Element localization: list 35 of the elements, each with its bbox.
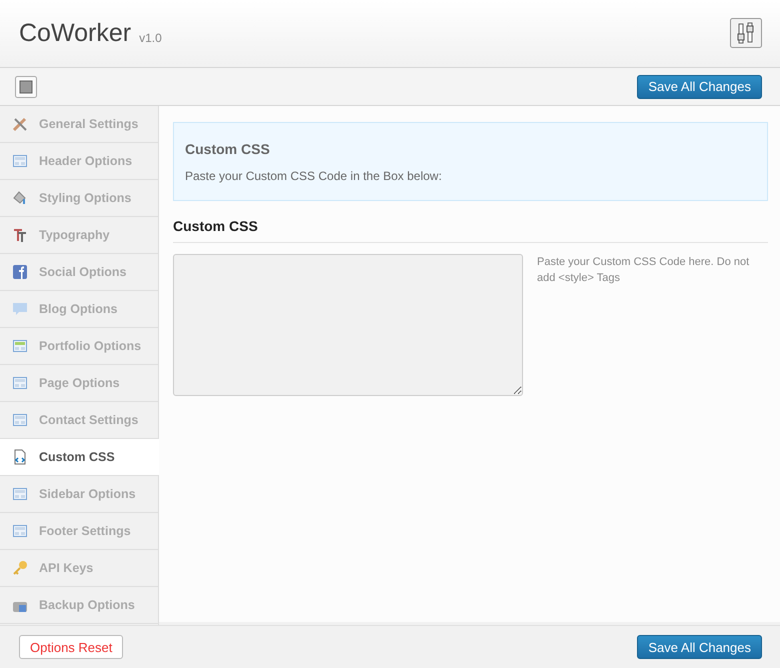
facebook-icon (12, 264, 28, 280)
paint-bucket-icon (12, 190, 28, 206)
letter-icon (12, 227, 28, 243)
sidebar-item[interactable]: Blog Options (0, 291, 158, 328)
speech-bubble-icon (12, 301, 28, 317)
sidebar-item[interactable]: Header Options (0, 143, 158, 180)
sidebar-item[interactable]: Backup Options (0, 587, 158, 624)
code-file-icon (12, 449, 28, 465)
version-label: v1.0 (139, 30, 162, 44)
sidebar-layout-icon (12, 486, 28, 502)
layout-toggle-icon[interactable] (15, 76, 37, 98)
sidebar-item[interactable]: Styling Options (0, 180, 158, 217)
save-button[interactable]: Save All Changes (637, 635, 762, 659)
app-title: CoWorker (19, 19, 132, 48)
css-input-field[interactable] (173, 254, 523, 396)
info-title: Custom CSS (185, 141, 271, 157)
info-text: Paste your Custom CSS Code in the Box below: (185, 169, 443, 183)
field-hint: Paste your Custom CSS Code here. Do not add <style> Tags (537, 255, 750, 286)
sidebar-item[interactable]: Portfolio Options (0, 328, 158, 365)
sidebar-item[interactable]: Typography (0, 217, 158, 254)
sidebar-item[interactable]: API Keys (0, 550, 158, 587)
sidebar-item[interactable]: Social Options (0, 254, 158, 291)
sidebar-item[interactable]: General Settings (0, 106, 158, 143)
section-title: Custom CSS (173, 218, 768, 243)
sidebar-item[interactable]: Sidebar Options (0, 476, 158, 513)
layout-icon (12, 153, 28, 169)
sidebar-item[interactable]: Custom CSS (0, 439, 159, 476)
sidebar-item[interactable]: Page Options (0, 365, 158, 402)
sidebar-item[interactable]: Footer Settings (0, 513, 158, 550)
reset-button[interactable]: Options Reset (19, 635, 124, 659)
save-button[interactable]: Save All Changes (637, 74, 762, 98)
sliders-icon[interactable] (730, 18, 762, 48)
footer-layout-icon (12, 523, 28, 539)
key-icon (12, 560, 28, 576)
tools-icon (12, 116, 28, 132)
